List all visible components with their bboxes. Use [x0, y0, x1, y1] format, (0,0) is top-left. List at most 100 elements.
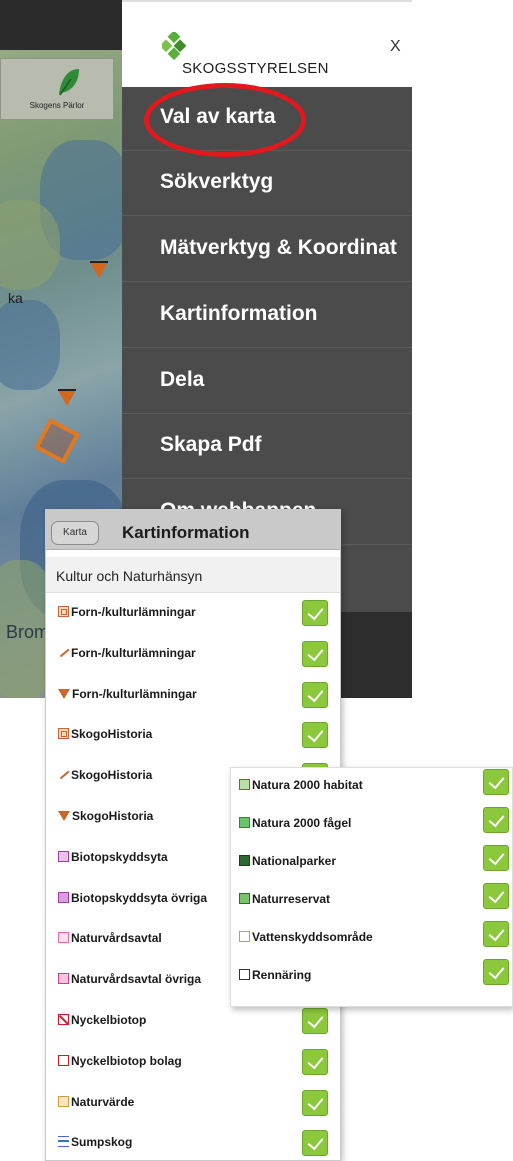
- layer-label: Vattenskyddsområde: [252, 930, 373, 944]
- layer-checkbox[interactable]: [302, 600, 328, 626]
- layer-checkbox[interactable]: [483, 921, 509, 947]
- layer-label: Nyckelbiotop: [71, 1012, 147, 1027]
- layer-row[interactable]: Nationalparker: [231, 844, 512, 882]
- layer-checkbox[interactable]: [483, 807, 509, 833]
- layer-row[interactable]: Natura 2000 fågel: [231, 806, 512, 844]
- back-to-map-button[interactable]: Karta: [51, 521, 99, 545]
- layer-symbol-icon: [239, 855, 250, 866]
- layer-symbol-icon: [58, 810, 70, 821]
- layer-row[interactable]: SkogoHistoria: [46, 715, 340, 756]
- menu-item-label: Dela: [160, 368, 205, 391]
- skogens-parlor-label: Skogens Pärlor: [29, 101, 85, 110]
- layer-item: Forn-/kulturlämningar: [58, 605, 196, 619]
- layer-item: SkogoHistoria: [58, 809, 153, 823]
- layer-row[interactable]: Nyckelbiotop: [46, 1001, 340, 1042]
- layer-symbol-icon: [58, 1013, 69, 1025]
- heritage-area-icon[interactable]: [34, 418, 80, 464]
- layer-item: Forn-/kulturlämningar: [58, 687, 197, 701]
- layer-checkbox[interactable]: [302, 681, 328, 708]
- layer-row[interactable]: Naturvärde: [46, 1083, 340, 1124]
- skogens-parlor-tool[interactable]: Skogens Pärlor: [0, 58, 114, 120]
- layer-item: Nationalparker: [239, 854, 336, 868]
- layer-checkbox[interactable]: [483, 769, 509, 795]
- layer-checkbox[interactable]: [302, 1048, 328, 1075]
- layer-row[interactable]: Vattenskyddsområde: [231, 920, 512, 958]
- layer-symbol-icon: [239, 779, 250, 790]
- layer-checkbox[interactable]: [302, 640, 328, 667]
- layer-item: Sumpskog: [58, 1135, 132, 1149]
- layer-label: SkogoHistoria: [72, 808, 154, 823]
- layer-symbol-icon: [58, 932, 69, 944]
- layer-row[interactable]: Rennäring: [231, 958, 512, 996]
- menu-item-label: Mätverktyg & Koordinat: [160, 236, 397, 259]
- layer-label: Biotopskyddsyta: [71, 849, 168, 864]
- heritage-marker-icon[interactable]: [58, 389, 76, 406]
- skogsstyrelsen-logo-icon: [162, 32, 187, 61]
- layer-symbol-icon: [58, 973, 69, 985]
- layer-row[interactable]: Naturreservat: [231, 882, 512, 920]
- layer-symbol-icon: [58, 850, 69, 862]
- layer-label: Nationalparker: [252, 854, 337, 868]
- layer-list: Natura 2000 habitat Natura 2000 fågel Nati…: [231, 768, 512, 996]
- layer-symbol-icon: [239, 969, 250, 980]
- layer-item: Naturreservat: [239, 892, 330, 906]
- layer-label: Naturreservat: [252, 892, 331, 906]
- menu-item-dela[interactable]: Dela: [122, 350, 412, 414]
- layer-label: Biotopskyddsyta övriga: [71, 890, 208, 905]
- menu-item-sokverktyg[interactable]: Sökverktyg: [122, 152, 412, 216]
- layer-row[interactable]: Natura 2000 habitat: [231, 768, 512, 806]
- layer-symbol-icon: [58, 769, 69, 780]
- layer-label: Nyckelbiotop bolag: [71, 1053, 182, 1068]
- layer-checkbox[interactable]: [302, 1007, 328, 1034]
- layer-row[interactable]: Nyckelbiotop bolag: [46, 1042, 340, 1083]
- close-menu-button[interactable]: X: [390, 38, 401, 56]
- layer-item: Naturvårdsavtal övriga: [58, 972, 201, 986]
- menu-item-skapa-pdf[interactable]: Skapa Pdf: [122, 415, 412, 479]
- nature-protection-panel: Natura 2000 habitat Natura 2000 fågel Nati…: [230, 767, 513, 1007]
- layer-item: SkogoHistoria: [58, 727, 152, 741]
- layer-checkbox[interactable]: [483, 845, 509, 871]
- section-title: Kultur och Naturhänsyn: [56, 568, 203, 584]
- layer-label: Forn-/kulturlämningar: [71, 645, 196, 660]
- layer-row[interactable]: Forn-/kulturlämningar: [46, 675, 340, 716]
- layer-item: Naturvårdsavtal: [58, 931, 162, 945]
- layer-item: SkogoHistoria: [58, 768, 152, 782]
- layer-symbol-icon: [58, 728, 69, 740]
- layer-checkbox[interactable]: [483, 883, 509, 909]
- layer-checkbox[interactable]: [483, 959, 509, 985]
- layer-checkbox[interactable]: [302, 1089, 328, 1116]
- layer-symbol-icon: [58, 1095, 69, 1107]
- layer-row[interactable]: Forn-/kulturlämningar: [46, 634, 340, 675]
- layer-label: Naturvårdsavtal: [71, 931, 162, 946]
- layer-label: SkogoHistoria: [71, 727, 153, 742]
- layer-label: Natura 2000 habitat: [252, 778, 363, 792]
- layer-row[interactable]: Forn-/kulturlämningar: [46, 593, 340, 634]
- leaf-icon: [59, 69, 79, 96]
- heritage-marker-icon[interactable]: [90, 261, 108, 278]
- section-header: Kultur och Naturhänsyn: [46, 557, 340, 593]
- layer-label: Natura 2000 fågel: [252, 816, 352, 830]
- layer-symbol-icon: [239, 931, 250, 942]
- layer-checkbox[interactable]: [302, 1130, 328, 1157]
- menu-item-matverktyg[interactable]: Mätverktyg & Koordinat: [122, 218, 412, 282]
- place-label: ka: [8, 290, 23, 306]
- panel-header: Karta Kartinformation: [46, 510, 340, 550]
- layer-symbol-icon: [239, 817, 250, 828]
- layer-item: Naturvärde: [58, 1095, 134, 1109]
- layer-symbol-icon: [58, 688, 70, 699]
- layer-item: Biotopskyddsyta övriga: [58, 891, 207, 905]
- layer-item: Nyckelbiotop: [58, 1013, 146, 1027]
- logo-text: SKOGSSTYRELSEN: [182, 60, 329, 77]
- layer-row[interactable]: Sumpskog: [46, 1123, 340, 1161]
- layer-label: Naturvärde: [71, 1094, 135, 1109]
- highlight-circle: [144, 83, 306, 157]
- map-top-bar: [0, 0, 122, 50]
- menu-item-kartinformation[interactable]: Kartinformation: [122, 284, 412, 348]
- layer-symbol-icon: [58, 1136, 69, 1148]
- layer-symbol-icon: [58, 1054, 69, 1066]
- layer-item: Rennäring: [239, 968, 311, 982]
- layer-checkbox[interactable]: [302, 722, 328, 749]
- layer-item: Nyckelbiotop bolag: [58, 1054, 182, 1068]
- layer-item: Natura 2000 habitat: [239, 778, 363, 792]
- menu-item-label: Kartinformation: [160, 302, 318, 325]
